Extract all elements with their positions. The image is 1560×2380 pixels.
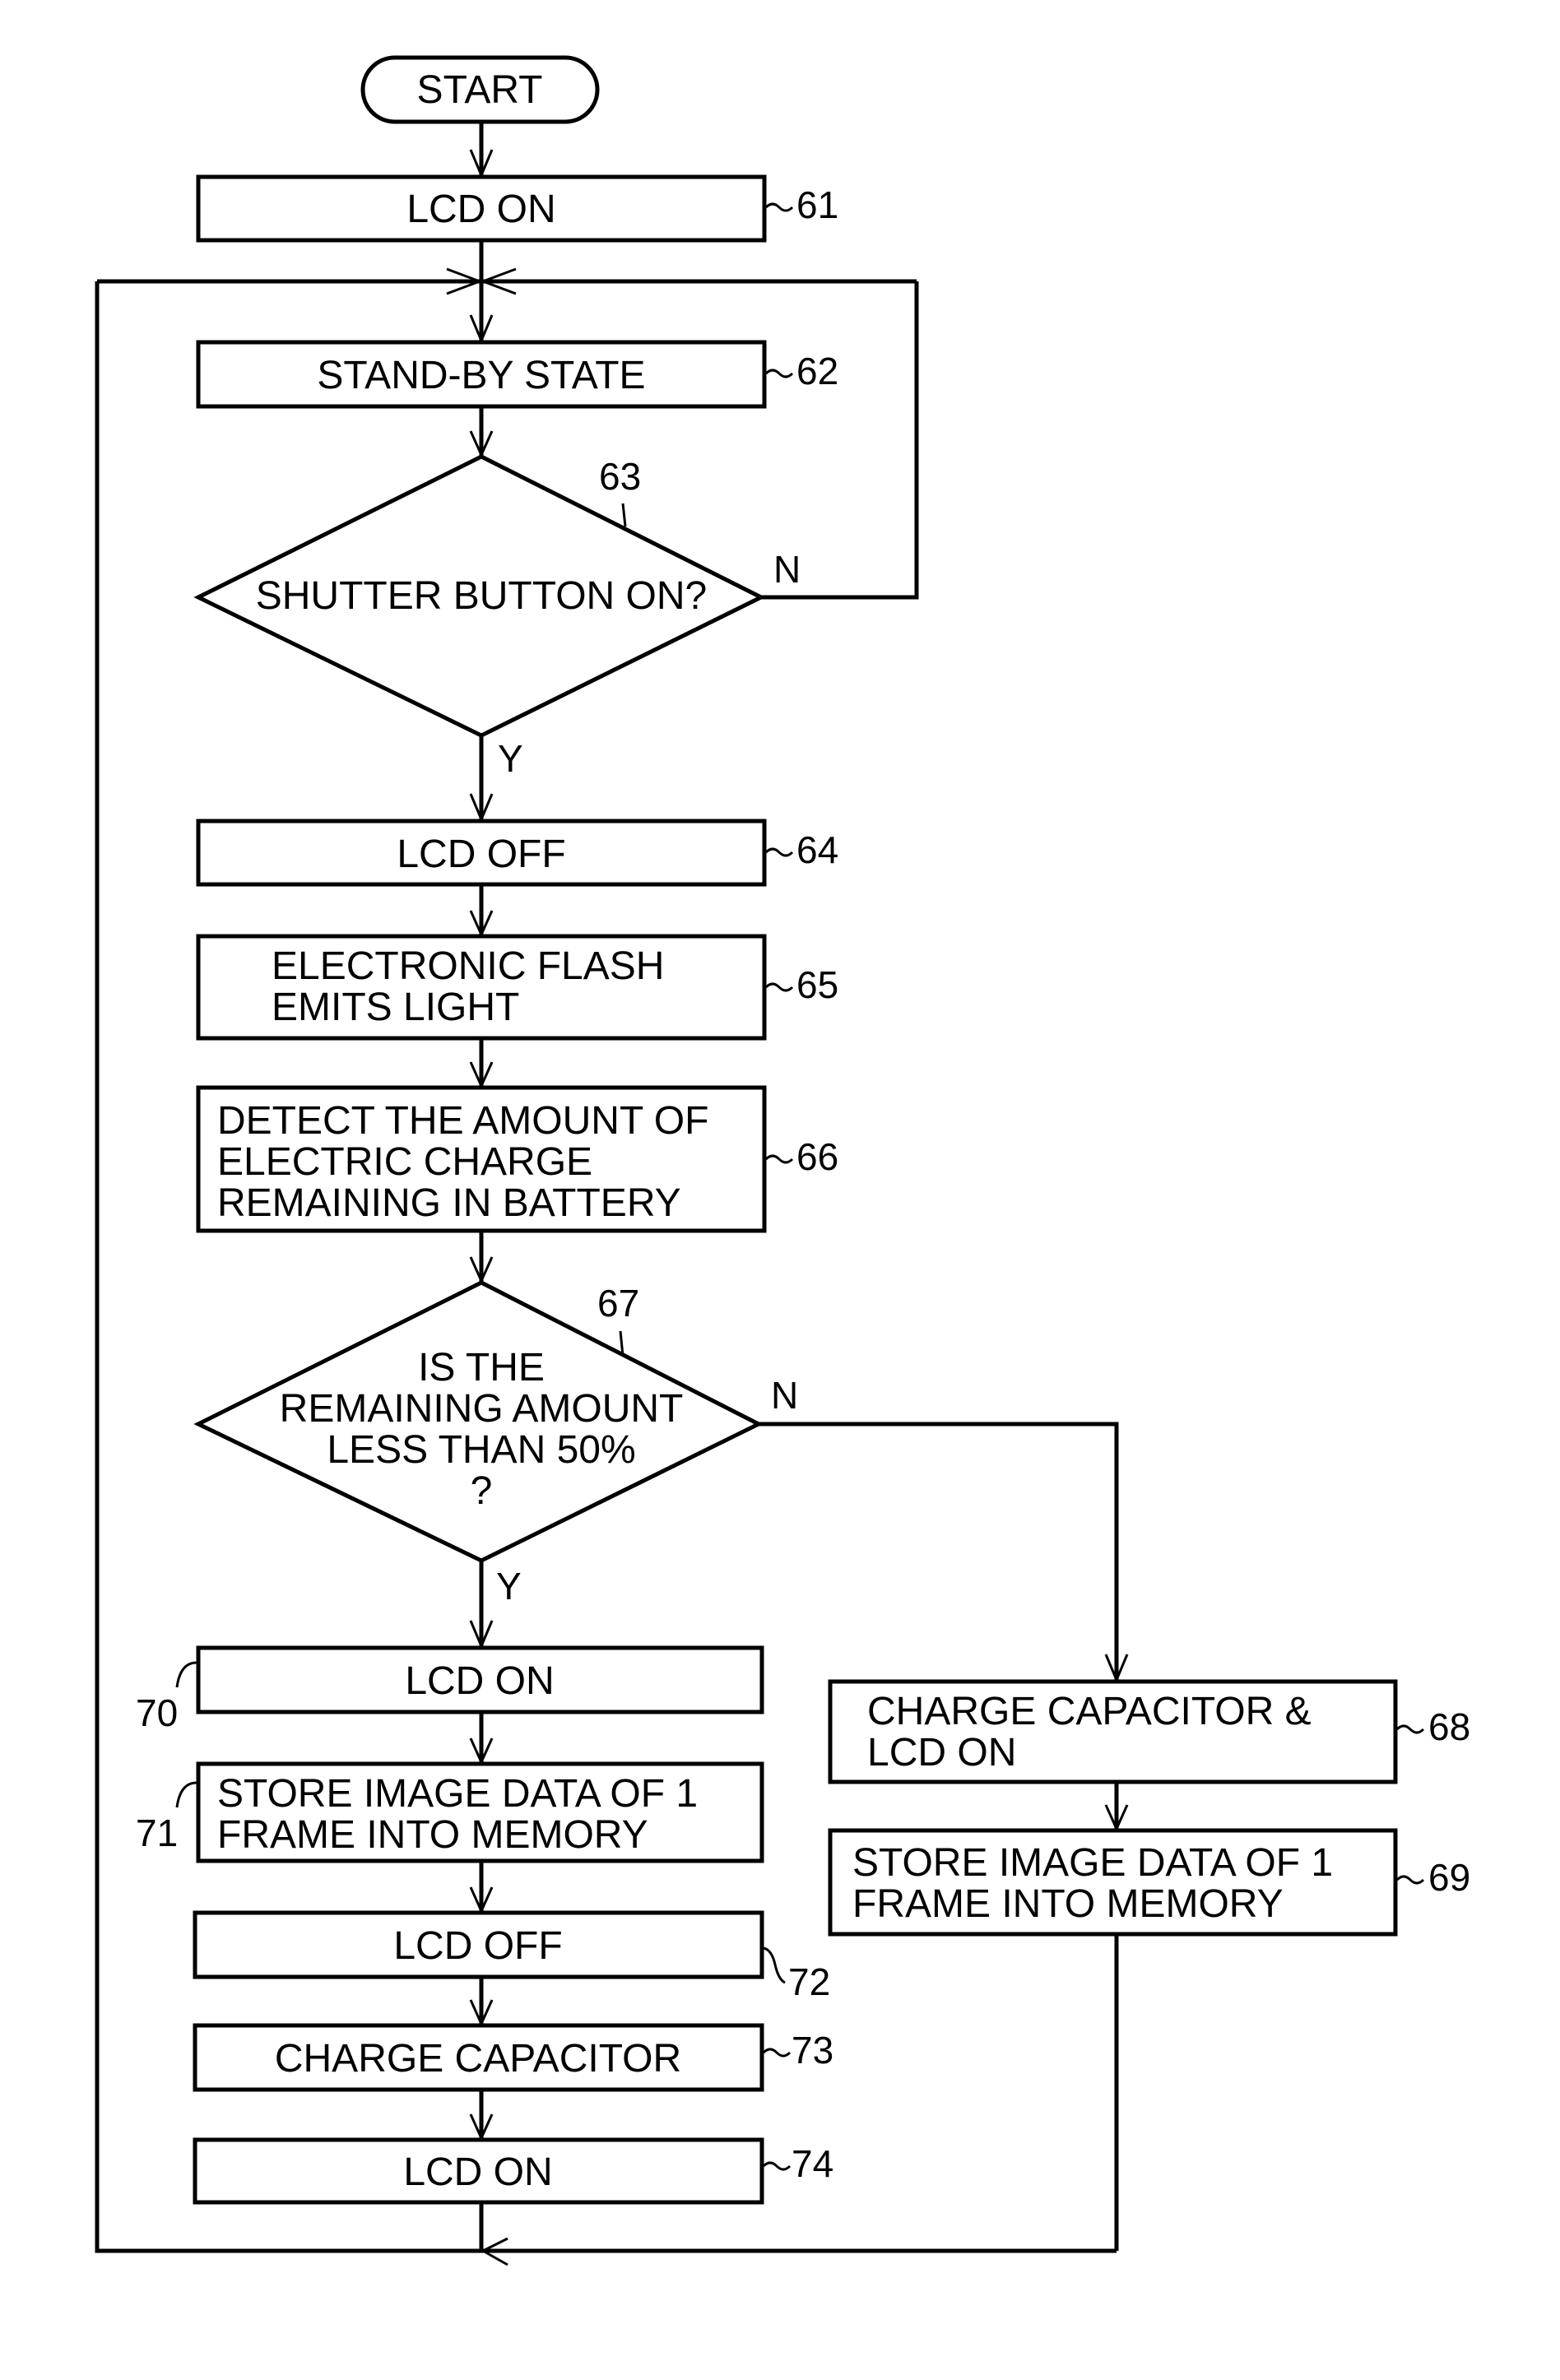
step-text-line-1: CHARGE CAPACITOR &: [867, 1690, 1312, 1733]
no-label: N: [771, 1374, 798, 1417]
decision-63: SHUTTER BUTTON ON? 63 N Y: [193, 454, 801, 780]
flowchart: START LCD ON 61 STAND-BY STATE 62 SHUTTE…: [95, 55, 1470, 2266]
ref-number: 61: [796, 183, 838, 226]
ref-leader: [175, 1781, 197, 1808]
yes-label: Y: [498, 737, 523, 780]
decision-text-line-4: ?: [471, 1469, 493, 1513]
step-66: DETECT THE AMOUNT OF ELECTRIC CHARGE REM…: [196, 1085, 838, 1233]
step-61: LCD ON 61: [196, 174, 838, 243]
edge-67-no: [759, 1422, 1119, 1682]
step-text-line-3: REMAINING IN BATTERY: [217, 1181, 681, 1225]
step-text-line-1: STORE IMAGE DATA OF 1: [852, 1841, 1333, 1885]
ref-leader: [764, 847, 794, 857]
step-65: ELECTRONIC FLASH EMITS LIGHT 65: [196, 934, 838, 1041]
step-62: STAND-BY STATE 62: [196, 340, 838, 409]
ref-number: 74: [792, 2142, 833, 2185]
decision-text: SHUTTER BUTTON ON?: [256, 574, 707, 618]
step-text-line-1: DETECT THE AMOUNT OF: [217, 1099, 708, 1143]
ref-leader: [1395, 1724, 1425, 1734]
step-text-line-2: LCD ON: [867, 1731, 1016, 1775]
step-text: STAND-BY STATE: [317, 354, 645, 397]
ref-number: 71: [136, 1812, 178, 1854]
step-73: CHARGE CAPACITOR 73: [193, 2023, 833, 2092]
ref-leader: [1395, 1875, 1425, 1885]
ref-number: 70: [136, 1691, 178, 1734]
start-terminal: START: [360, 55, 600, 124]
step-71: STORE IMAGE DATA OF 1 FRAME INTO MEMORY …: [136, 1761, 764, 1863]
step-text-line-2: FRAME INTO MEMORY: [217, 1813, 648, 1857]
step-64: LCD OFF 64: [196, 819, 838, 887]
ref-number: 72: [788, 1960, 830, 2003]
ref-number: 66: [796, 1135, 838, 1178]
step-text-line-2: EMITS LIGHT: [272, 986, 519, 1029]
step-74: LCD ON 74: [193, 2137, 833, 2205]
step-text-line-2: ELECTRIC CHARGE: [217, 1140, 592, 1184]
decision-text-line-3: LESS THAN 50%: [327, 1428, 635, 1472]
ref-leader: [175, 1661, 197, 1688]
decision-67: IS THE REMAINING AMOUNT LESS THAN 50% ? …: [193, 1280, 798, 1608]
ref-leader: [764, 202, 794, 212]
yes-label: Y: [496, 1565, 522, 1608]
ref-number: 73: [792, 2029, 833, 2071]
ref-leader: [764, 982, 794, 992]
ref-number: 69: [1428, 1856, 1470, 1899]
step-69: STORE IMAGE DATA OF 1 FRAME INTO MEMORY …: [828, 1828, 1470, 1937]
step-68: CHARGE CAPACITOR & LCD ON 68: [828, 1679, 1470, 1784]
step-text-line-1: ELECTRONIC FLASH: [272, 944, 664, 988]
step-text: CHARGE CAPACITOR: [275, 2037, 681, 2081]
ref-leader: [621, 503, 627, 527]
step-70: LCD ON 70: [136, 1645, 764, 1734]
step-text: LCD ON: [405, 1659, 554, 1703]
step-text-line-2: FRAME INTO MEMORY: [852, 1882, 1284, 1926]
ref-number: 68: [1428, 1705, 1470, 1748]
ref-leader: [764, 1154, 794, 1164]
ref-number: 62: [796, 350, 838, 392]
step-text: LCD ON: [406, 188, 555, 231]
ref-leader: [762, 2048, 792, 2058]
ref-leader: [762, 2161, 792, 2171]
step-text: LCD OFF: [393, 1924, 562, 1968]
ref-leader: [764, 369, 794, 378]
ref-number: 67: [597, 1282, 639, 1325]
step-text-line-1: STORE IMAGE DATA OF 1: [217, 1772, 698, 1816]
decision-text-line-1: IS THE: [418, 1346, 545, 1389]
no-label: N: [773, 548, 801, 591]
start-label: START: [417, 68, 543, 112]
step-text: LCD ON: [403, 2150, 552, 2194]
ref-number: 65: [796, 963, 838, 1006]
decision-text-line-2: REMAINING AMOUNT: [280, 1387, 684, 1431]
step-text: LCD OFF: [397, 833, 565, 876]
ref-number: 64: [796, 828, 838, 871]
step-72: LCD OFF 72: [193, 1910, 830, 2003]
ref-leader: [763, 1946, 786, 1984]
ref-number: 63: [599, 455, 641, 498]
